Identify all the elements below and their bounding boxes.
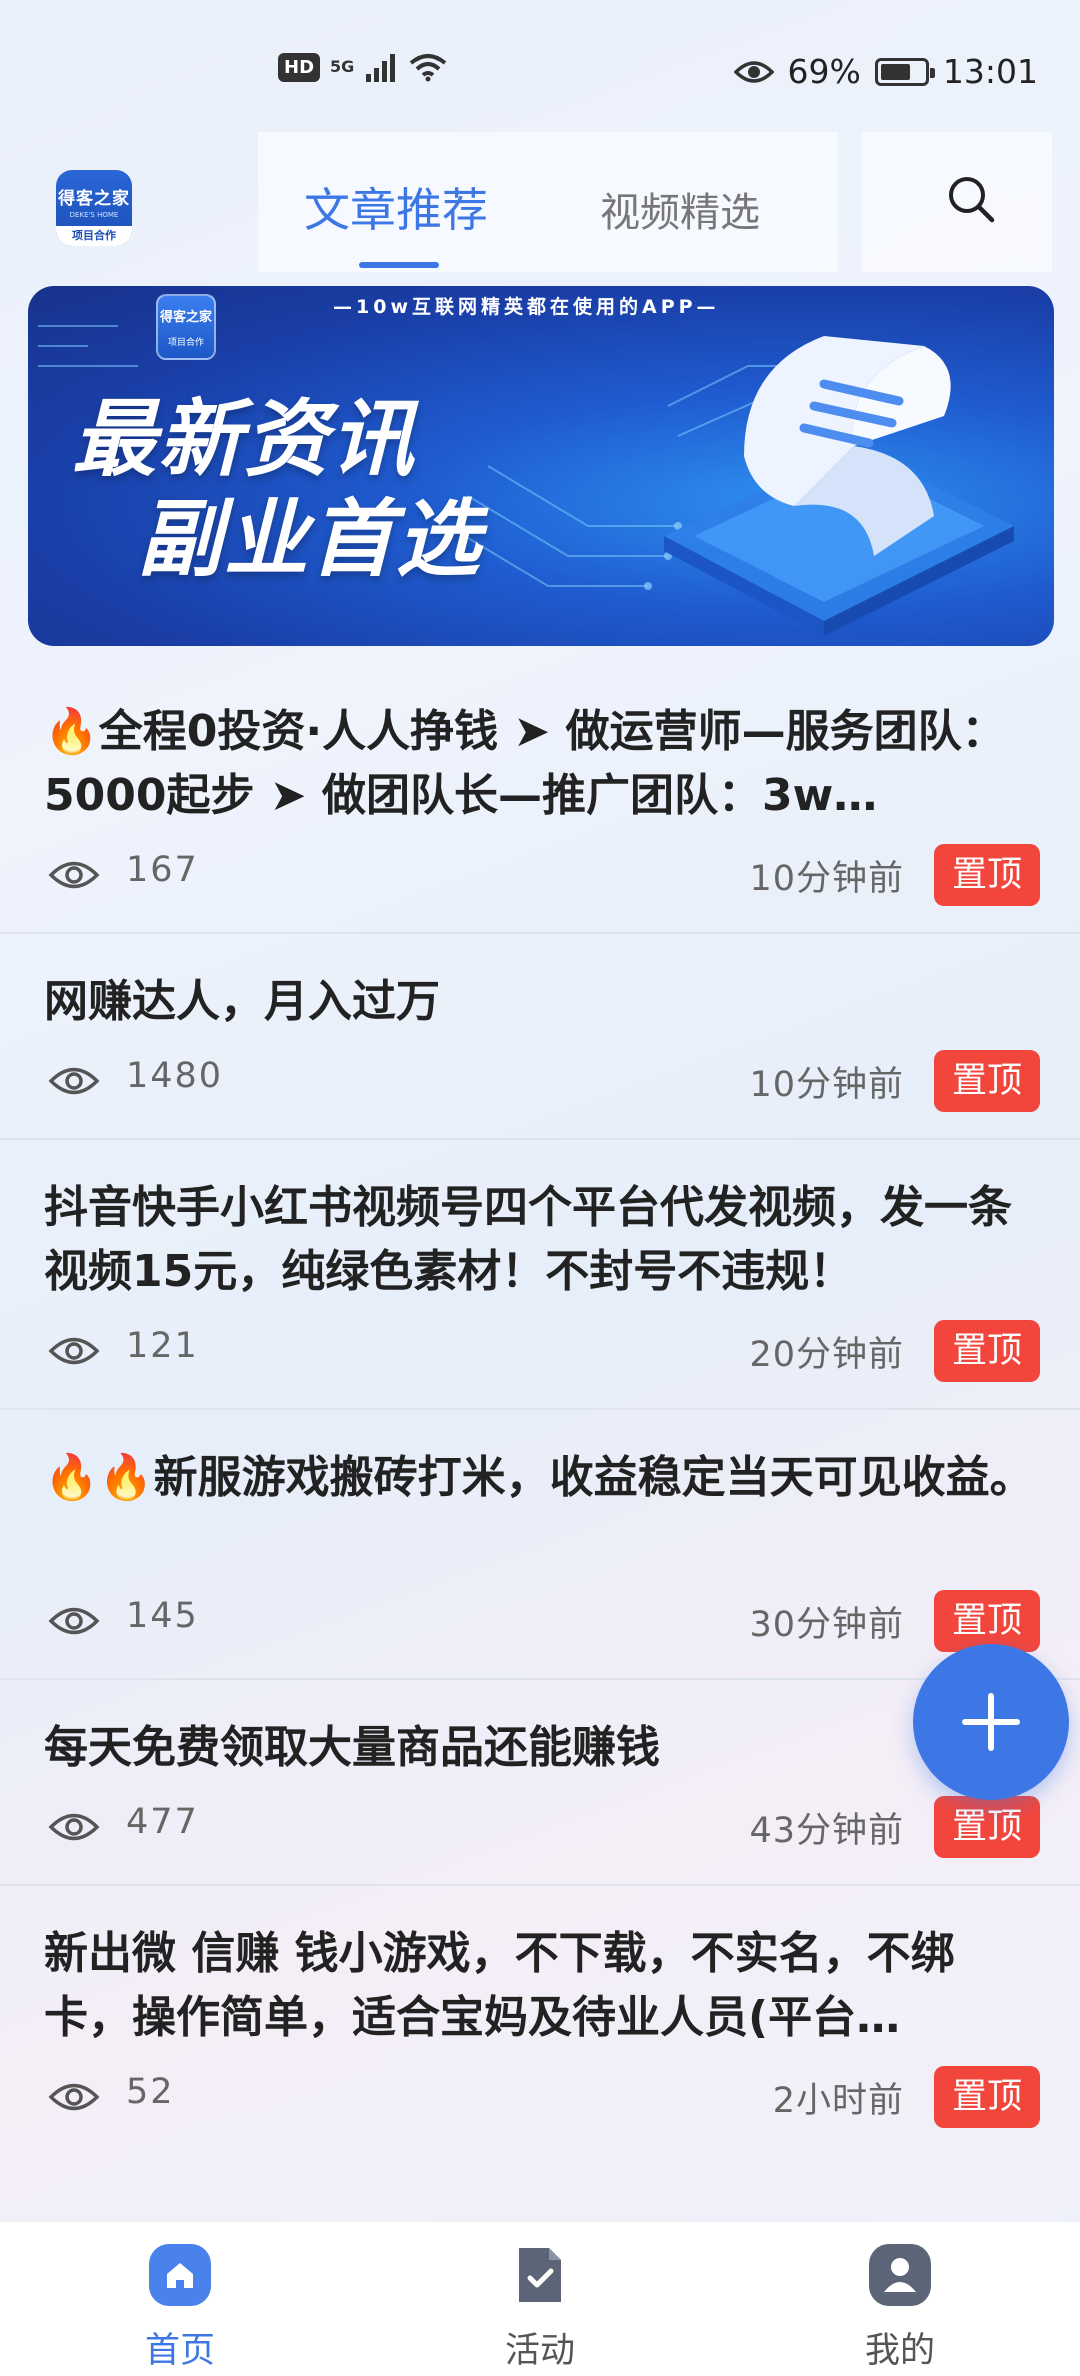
pinned-badge: 置顶 — [934, 1590, 1040, 1652]
article-item[interactable]: 🔥全程0投资·人人挣钱 ➤ 做运营师—服务团队：5000起步 ➤ 做团队长—推广… — [0, 664, 1080, 934]
eye-icon — [48, 1337, 100, 1365]
article-item[interactable]: 抖音快手小红书视频号四个平台代发视频，发一条视频15元，纯绿色素材！不封号不违规… — [0, 1140, 1080, 1410]
promo-banner[interactable]: 得客之家 项目合作 —10w互联网精英都在使用的APP— 最新资讯 副业首选 — [28, 286, 1054, 646]
article-title: 网赚达人，月入过万 — [44, 976, 440, 1027]
publish-time: 20分钟前 — [749, 1335, 904, 1375]
nav-item-home[interactable]: 首页 — [0, 2222, 360, 2376]
nav-label: 首页 — [144, 2331, 215, 2371]
pinned-badge: 置顶 — [934, 844, 1040, 906]
view-count: 121 — [126, 1326, 199, 1366]
signal-icon — [366, 54, 396, 82]
eye-icon — [48, 1813, 100, 1841]
pinned-badge: 置顶 — [934, 1320, 1040, 1382]
status-right: 69% 13:01 — [733, 52, 1038, 91]
tab-label: 视频精选 — [600, 190, 760, 236]
article-item[interactable]: 网赚达人，月入过万 1480 10分钟前 置顶 — [0, 934, 1080, 1140]
battery-percent: 69% — [787, 52, 861, 91]
logo-title: 得客之家 — [58, 189, 130, 209]
view-count: 1480 — [126, 1056, 224, 1096]
article-list: 🔥全程0投资·人人挣钱 ➤ 做运营师—服务团队：5000起步 ➤ 做团队长—推广… — [0, 664, 1080, 2154]
article-meta: 145 30分钟前 置顶 — [44, 1574, 1040, 1678]
eye-icon — [48, 1607, 100, 1635]
search-button[interactable] — [862, 132, 1052, 272]
article-meta: 1480 10分钟前 置顶 — [44, 1034, 1040, 1138]
tab-article-recommend[interactable]: 文章推荐 — [304, 132, 488, 272]
network-label: 5G — [330, 57, 355, 76]
view-count: 52 — [126, 2072, 175, 2112]
home-icon — [149, 2244, 211, 2306]
banner-logo-caption: 项目合作 — [167, 338, 204, 348]
status-left: HD 5G — [278, 52, 448, 82]
article-title: 新出微 信赚 钱小游戏，不下载，不实名，不绑卡，操作简单，适合宝妈及待业人员(平… — [44, 1928, 955, 2043]
eye-icon — [48, 2083, 100, 2111]
view-count: 167 — [126, 850, 199, 890]
nav-item-profile[interactable]: 我的 — [720, 2222, 1080, 2376]
eye-comfort-icon — [733, 60, 774, 83]
pinned-badge: 置顶 — [934, 1050, 1040, 1112]
nav-label: 我的 — [864, 2331, 935, 2371]
article-title: 抖音快手小红书视频号四个平台代发视频，发一条视频15元，纯绿色素材！不封号不违规… — [44, 1182, 1012, 1297]
article-item[interactable]: 🔥🔥新服游戏搬砖打米，收益稳定当天可见收益。 145 30分钟前 置顶 — [0, 1410, 1080, 1680]
view-count: 145 — [126, 1596, 199, 1636]
logo-subtitle: DEKE'S HOME — [69, 211, 119, 219]
article-meta: 477 43分钟前 置顶 — [44, 1780, 1040, 1884]
app-logo: 得客之家 DEKE'S HOME 项目合作 — [56, 170, 132, 246]
article-title: 每天免费领取大量商品还能赚钱 — [44, 1722, 660, 1773]
eye-icon — [48, 861, 100, 889]
banner-logo: 得客之家 项目合作 — [156, 294, 216, 360]
eye-icon — [48, 1067, 100, 1095]
banner-logo-title: 得客之家 — [159, 310, 212, 325]
document-illustration — [664, 336, 1014, 636]
article-meta: 52 2小时前 置顶 — [44, 2050, 1040, 2154]
status-bar: HD 5G 69% 13:01 — [0, 0, 1080, 150]
logo-caption: 项目合作 — [56, 226, 132, 246]
bottom-nav: 首页 活动 我的 — [0, 2222, 1080, 2376]
wifi-icon — [410, 54, 447, 82]
nav-item-activity[interactable]: 活动 — [360, 2222, 720, 2376]
battery-icon — [874, 57, 935, 86]
hd-indicator: HD — [278, 52, 321, 82]
pinned-badge: 置顶 — [934, 2066, 1040, 2128]
article-title: 🔥🔥新服游戏搬砖打米，收益稳定当天可见收益。 — [44, 1452, 1034, 1503]
article-item[interactable]: 新出微 信赚 钱小游戏，不下载，不实名，不绑卡，操作简单，适合宝妈及待业人员(平… — [0, 1886, 1080, 2154]
tab-video-picks[interactable]: 视频精选 — [600, 132, 760, 272]
publish-time: 2小时前 — [772, 2081, 904, 2121]
article-title: 🔥全程0投资·人人挣钱 ➤ 做运营师—服务团队：5000起步 ➤ 做团队长—推广… — [44, 706, 1006, 821]
plus-icon — [962, 1693, 1020, 1751]
article-meta: 121 20分钟前 置顶 — [44, 1304, 1040, 1408]
search-icon — [949, 177, 995, 223]
battery-fill — [880, 63, 910, 80]
tab-label: 文章推荐 — [304, 183, 488, 237]
tab-bar: 文章推荐 视频精选 — [258, 132, 838, 272]
activity-icon — [519, 2248, 561, 2302]
publish-time: 43分钟前 — [749, 1811, 904, 1851]
app-header: 得客之家 DEKE'S HOME 项目合作 文章推荐 视频精选 — [0, 132, 1080, 272]
publish-time: 10分钟前 — [749, 859, 904, 899]
profile-icon — [869, 2244, 931, 2306]
nav-label: 活动 — [504, 2331, 575, 2371]
pinned-badge: 置顶 — [934, 1796, 1040, 1858]
add-post-button[interactable] — [913, 1644, 1069, 1800]
publish-time: 30分钟前 — [749, 1605, 904, 1645]
view-count: 477 — [126, 1802, 199, 1842]
publish-time: 10分钟前 — [749, 1065, 904, 1105]
tab-active-indicator — [359, 262, 439, 268]
clock: 13:01 — [942, 52, 1038, 91]
banner-headline-2: 副业首选 — [138, 489, 483, 588]
article-meta: 167 10分钟前 置顶 — [44, 828, 1040, 932]
